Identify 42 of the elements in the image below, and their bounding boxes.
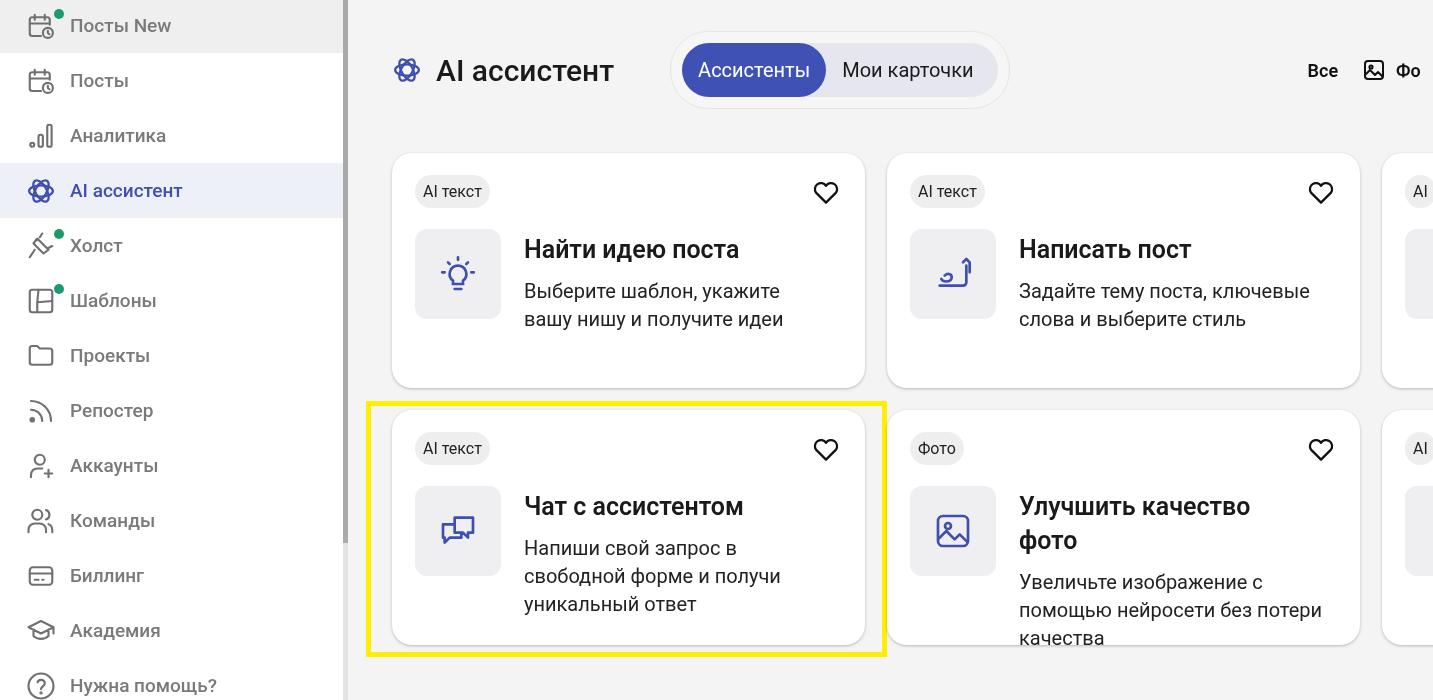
card-title: Написать пост: [1019, 234, 1193, 266]
sidebar-item[interactable]: Посты New: [0, 0, 343, 53]
page-title: AI ассистент: [436, 52, 615, 88]
card-description: Напиши свой запрос в свободной форме и получи уникальный ответ: [524, 535, 782, 618]
category-tag: AI текст: [910, 175, 985, 208]
filter-button[interactable]: Все: [1307, 58, 1339, 82]
sidebar-item[interactable]: Проекты: [0, 328, 343, 383]
card-title: Чат с ассистентом: [524, 491, 745, 523]
help-icon: [26, 670, 56, 700]
filter-button[interactable]: Фо: [1362, 58, 1421, 82]
card-title: Улучшить качество фото: [1019, 491, 1252, 557]
assistant-card[interactable]: Фото Улучшить качество фото Увеличьте изображение с помощью нейросети без потери качества: [887, 410, 1360, 645]
assistant-card[interactable]: AI: [1382, 153, 1433, 388]
sidebar-item[interactable]: Посты: [0, 53, 343, 108]
sidebar-item[interactable]: Нужна помощь?: [0, 658, 343, 700]
sidebar-item[interactable]: Команды: [0, 493, 343, 548]
tab[interactable]: Мои карточки: [826, 43, 998, 97]
card-title: Найти идею поста: [524, 234, 741, 266]
sidebar-item[interactable]: Шаблоны: [0, 273, 343, 328]
category-tag: AI: [1405, 432, 1433, 465]
category-tag: AI текст: [415, 432, 490, 465]
sidebar-item[interactable]: Холст: [0, 218, 343, 273]
sidebar-item[interactable]: Аналитика: [0, 108, 343, 163]
scrollbar-thumb[interactable]: [343, 0, 348, 543]
tab[interactable]: Ассистенты: [682, 43, 827, 97]
assistant-card[interactable]: AI текст Написать пост Задайте тему поста, ключевые слова и выберите стиль: [887, 153, 1360, 388]
assistant-card[interactable]: AI текст Найти идею поста Выберите шаблон, укажите вашу нишу и получите идеи: [392, 153, 865, 388]
assistant-card[interactable]: AI: [1382, 410, 1433, 645]
pin-icon: [26, 230, 56, 261]
sidebar-item[interactable]: Биллинг: [0, 548, 343, 603]
sidebar-item[interactable]: AI ассистент: [0, 163, 343, 218]
sidebar-item[interactable]: Репостер: [0, 383, 343, 438]
category-tag: Фото: [910, 432, 964, 465]
image-icon: [1362, 58, 1387, 82]
sidebar-item[interactable]: Академия: [0, 603, 343, 658]
category-tag: AI: [1405, 175, 1433, 208]
card-description: Задайте тему поста, ключевые слова и выберите стиль: [1019, 278, 1311, 333]
category-tag: AI текст: [415, 175, 490, 208]
sidebar-item[interactable]: Аккаунты: [0, 438, 343, 493]
knot-icon: [392, 55, 422, 85]
assistant-card[interactable]: AI текст Чат с ассистентом Напиши свой запрос в свободной форме и получи уникальный ответ: [392, 410, 865, 645]
card-description: Выберите шаблон, укажите вашу нишу и получите идеи: [524, 278, 785, 333]
